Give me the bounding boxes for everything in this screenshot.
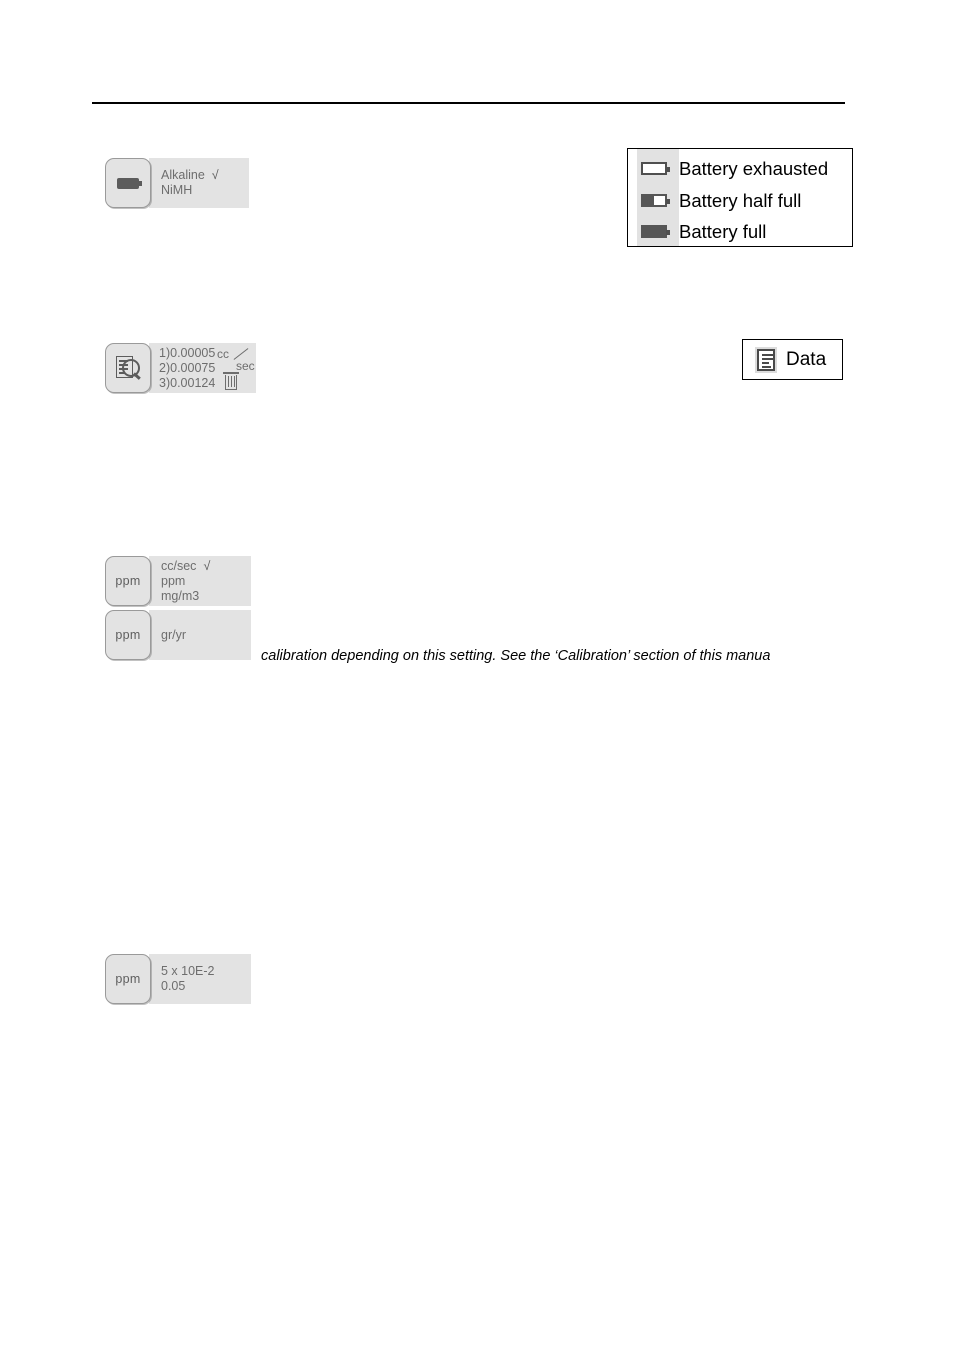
resolution-key-button[interactable]: ppm <box>105 954 151 1004</box>
trash-icon[interactable] <box>223 372 239 390</box>
units-primary-key-label: ppm <box>115 574 141 588</box>
battery-type-screen: Alkaline √ NiMH <box>149 158 249 208</box>
data-button[interactable]: Data <box>742 339 843 380</box>
battery-full-icon <box>628 225 679 238</box>
battery-type-widget: Alkaline √ NiMH <box>105 158 249 208</box>
legend-label-half: Battery half full <box>679 189 802 211</box>
battery-type-option-nimh: NiMH <box>161 183 193 197</box>
unit-option-ppm: ppm <box>161 573 186 588</box>
data-log-screen: 1)0.00005 2)0.00075 3)0.00124 cc sec <box>149 343 256 393</box>
legend-row-full: Battery full <box>628 215 852 248</box>
units-secondary-key-button[interactable]: ppm <box>105 610 151 660</box>
header-rule <box>92 102 845 104</box>
legend-label-full: Battery full <box>679 220 767 242</box>
legend-label-exhausted: Battery exhausted <box>679 157 829 179</box>
document-page: Alkaline √ NiMH Battery exhausted Battery… <box>0 0 954 1350</box>
battery-icon <box>117 177 142 189</box>
unit-option-gr-yr: gr/yr <box>161 627 186 642</box>
data-log-key-button[interactable] <box>105 343 151 393</box>
resolution-scientific: 5 x 10E-2 <box>161 964 215 978</box>
document-magnifier-icon <box>114 354 142 382</box>
caption-text: calibration depending on this setting. S… <box>261 648 771 664</box>
legend-row-half: Battery half full <box>628 184 852 217</box>
units-primary-key-button[interactable]: ppm <box>105 556 151 606</box>
battery-type-key-button[interactable] <box>105 158 151 208</box>
unit-option-mgm3: mg/m3 <box>161 588 200 603</box>
units-secondary-widget: ppm gr/yr <box>105 610 251 660</box>
battery-empty-icon <box>628 162 679 175</box>
battery-legend-box: Battery exhausted Battery half full Batt… <box>627 148 853 247</box>
resolution-widget: ppm 5 x 10E-2 0.05 <box>105 954 251 1004</box>
units-primary-widget: ppm cc/sec √ ppm mg/m3 <box>105 556 251 606</box>
units-secondary-screen: gr/yr <box>149 610 251 660</box>
check-icon: √ <box>211 168 219 182</box>
data-log-widget: 1)0.00005 2)0.00075 3)0.00124 cc sec <box>105 343 256 393</box>
units-primary-screen: cc/sec √ ppm mg/m3 <box>149 556 251 606</box>
unit-option-cc-sec: cc/sec √ <box>161 559 243 574</box>
check-icon: √ <box>203 558 211 573</box>
units-secondary-key-label: ppm <box>115 628 141 642</box>
data-button-label: Data <box>786 348 827 370</box>
resolution-key-label: ppm <box>115 972 141 986</box>
legend-row-exhausted: Battery exhausted <box>628 152 852 185</box>
battery-type-option-alkaline: Alkaline √ <box>161 168 241 183</box>
unit-numerator: cc <box>217 347 229 361</box>
resolution-decimal: 0.05 <box>161 979 186 993</box>
resolution-screen: 5 x 10E-2 0.05 <box>149 954 251 1004</box>
battery-half-icon <box>628 194 679 207</box>
option-label: Alkaline <box>161 168 205 182</box>
document-lines-icon <box>755 346 777 373</box>
option-label: cc/sec <box>161 558 197 573</box>
